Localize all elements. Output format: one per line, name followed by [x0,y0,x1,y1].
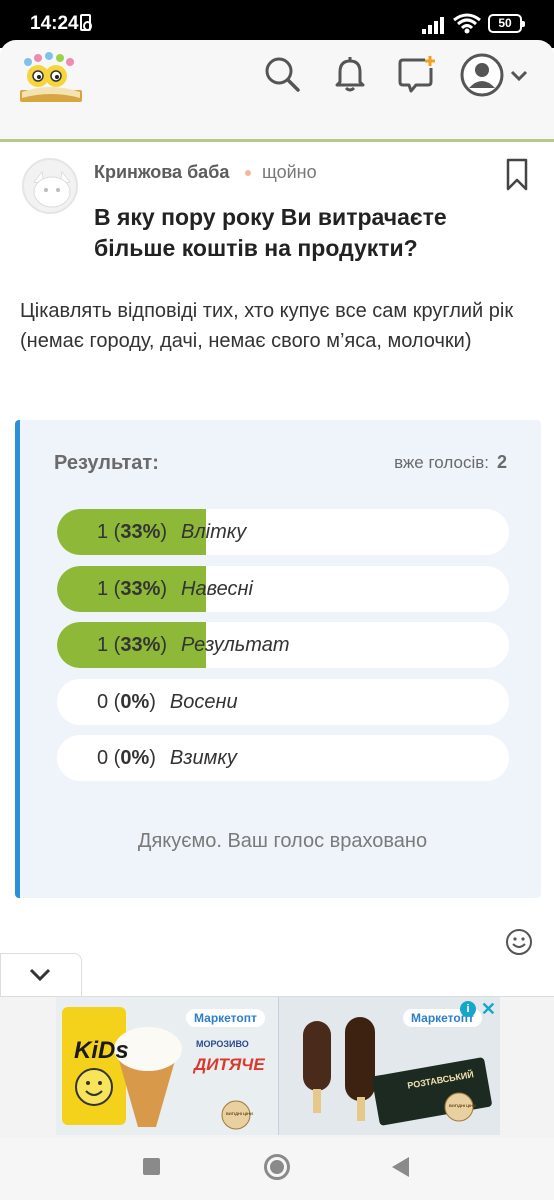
back-icon[interactable] [392,1157,409,1177]
close-icon[interactable]: ✕ [481,999,496,1020]
post-author[interactable]: Кринжова баба [94,162,229,183]
ad-stamp: ВИГІДНІ ЦІНИ [449,1103,476,1108]
add-post-icon[interactable] [397,54,437,94]
system-nav-bar [0,1138,554,1200]
status-time: 14:24 [30,13,79,34]
poll-option: 0 (0%) Взимку [57,735,509,781]
ad-left-panel: KiDs Маркетопт МОРОЗИВО ДИТЯЧЕ ВИГІДНІ Ц… [56,997,278,1135]
option-count: 1 [97,521,109,543]
poll-title: Результат: [54,452,159,474]
option-label: Восени [169,691,238,713]
poll-option: 0 (0%) Восени [57,679,509,725]
option-count: 0 [97,747,109,769]
option-percent: 0% [120,747,150,769]
search-icon[interactable] [262,54,302,94]
adchoices-icon[interactable]: i [460,1001,476,1017]
separator-dot [245,170,251,176]
option-percent: 33% [120,578,161,600]
site-logo[interactable] [16,52,86,106]
option-percent: 33% [120,634,161,656]
option-percent: 33% [120,521,161,543]
bookmark-icon[interactable] [506,158,528,192]
option-label: Результат [181,634,290,656]
emoji-icon[interactable] [505,928,533,956]
post-title: В яку пору року Ви витрачаєте більше кош… [94,204,447,261]
header-divider [0,139,554,142]
poll-thanks: Дякуємо. Ваш голос враховано [137,830,428,852]
post-time: щойно [262,162,317,182]
app-header [0,40,554,142]
option-label: Взимку [169,747,237,769]
ad-right-panel: Маркетопт РОЗТАВСЬКИЙ ВИГІДНІ ЦІНИ i ✕ [278,997,500,1135]
home-icon[interactable] [264,1154,290,1180]
ad-product-small: МОРОЗИВО [196,1039,249,1049]
post-body: Цікавлять відповіді тих, хто купує все с… [20,300,514,352]
user-avatar-icon [460,53,504,97]
poll-option: 1 (33%) Результат [57,622,509,668]
ad-creative[interactable]: KiDs Маркетопт МОРОЗИВО ДИТЯЧЕ ВИГІДНІ Ц… [56,997,500,1135]
poll-option: 1 (33%) Влітку [57,509,509,555]
option-count: 1 [97,578,109,600]
option-count: 1 [97,634,109,656]
votes-label: вже голосів: [394,453,489,472]
poll-card: Результат: вже голосів: 2 1 (33%) Влітку 1… [15,420,541,898]
option-label: Влітку [181,521,247,543]
chevron-down-icon [510,70,528,82]
recents-icon[interactable] [143,1158,160,1175]
ad-product: ДИТЯЧЕ [194,1055,265,1074]
bell-icon[interactable] [330,54,370,94]
ad-brand-left: Маркетопт [186,1009,265,1027]
option-percent: 0% [120,691,150,713]
ad-banner: KiDs Маркетопт МОРОЗИВО ДИТЯЧЕ ВИГІДНІ Ц… [0,996,554,1138]
poll-votes: вже голосів: 2 [394,452,507,473]
signal-icon [422,14,450,34]
option-label: Навесні [181,578,253,600]
collapse-ad-button[interactable] [0,953,82,997]
wifi-icon [453,13,481,34]
ad-stamp: ВИГІДНІ ЦІНИ [226,1111,253,1116]
chevron-down-icon [29,968,51,982]
poll-option: 1 (33%) Навесні [57,566,509,612]
user-menu[interactable] [460,52,540,98]
option-count: 0 [97,691,109,713]
ad-kids-logo: KiDs [74,1037,129,1064]
author-avatar[interactable] [22,158,78,214]
battery-icon: 50 [488,14,525,33]
votes-count: 2 [496,452,507,472]
sim-icon [80,14,92,31]
